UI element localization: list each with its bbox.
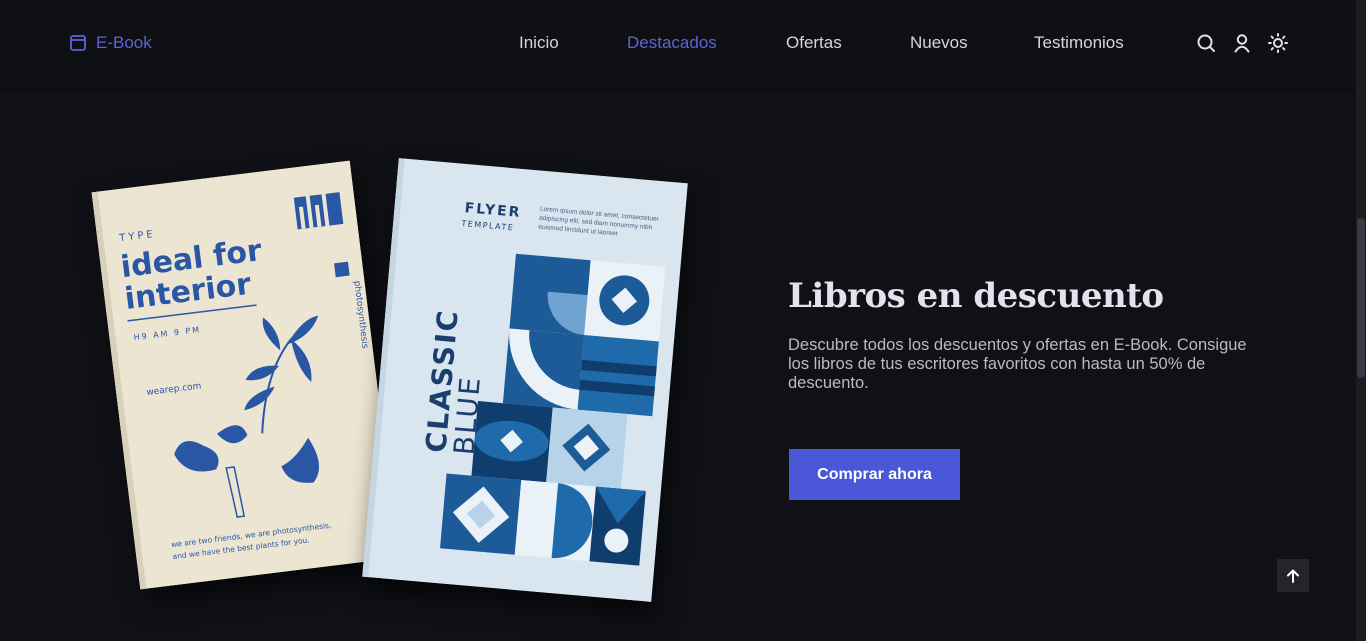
- logo-link[interactable]: E-Book: [69, 33, 152, 53]
- user-icon[interactable]: [1232, 33, 1252, 53]
- page-scrollbar[interactable]: [1356, 0, 1366, 641]
- logo-label: E-Book: [96, 33, 152, 52]
- book-icon: [70, 35, 86, 51]
- search-icon[interactable]: [1196, 33, 1216, 53]
- hero-title: Libros en descuento: [788, 276, 1164, 316]
- scroll-top-button[interactable]: [1277, 559, 1309, 592]
- book-cover-classic-blue: FLYER TEMPLATE Lorem ipsum dolor sit ame…: [362, 158, 688, 602]
- nav-item-destacados[interactable]: Destacados: [627, 33, 717, 53]
- arrow-up-icon: [1287, 569, 1299, 583]
- hero-description: Descubre todos los descuentos y ofertas …: [788, 336, 1247, 392]
- nav-item-nuevos[interactable]: Nuevos: [910, 33, 968, 53]
- nav-item-ofertas[interactable]: Ofertas: [786, 33, 842, 53]
- nav-item-testimonios[interactable]: Testimonios: [1034, 33, 1124, 53]
- nav-item-inicio[interactable]: Inicio: [519, 33, 559, 53]
- site-header: E-Book Inicio Destacados Ofertas Nuevos …: [0, 0, 1356, 88]
- scrollbar-thumb[interactable]: [1357, 218, 1365, 378]
- buy-now-button[interactable]: Comprar ahora: [789, 449, 960, 500]
- book1-cover-art: TYPE ideal for interior H9 AM 9 PM weare…: [91, 160, 399, 590]
- sun-icon[interactable]: [1268, 33, 1288, 53]
- book-cover-ideal-for-interior: TYPE ideal for interior H9 AM 9 PM weare…: [91, 160, 399, 590]
- book2-cover-art: FLYER TEMPLATE Lorem ipsum dolor sit ame…: [362, 158, 688, 602]
- book1-logo: [293, 192, 344, 230]
